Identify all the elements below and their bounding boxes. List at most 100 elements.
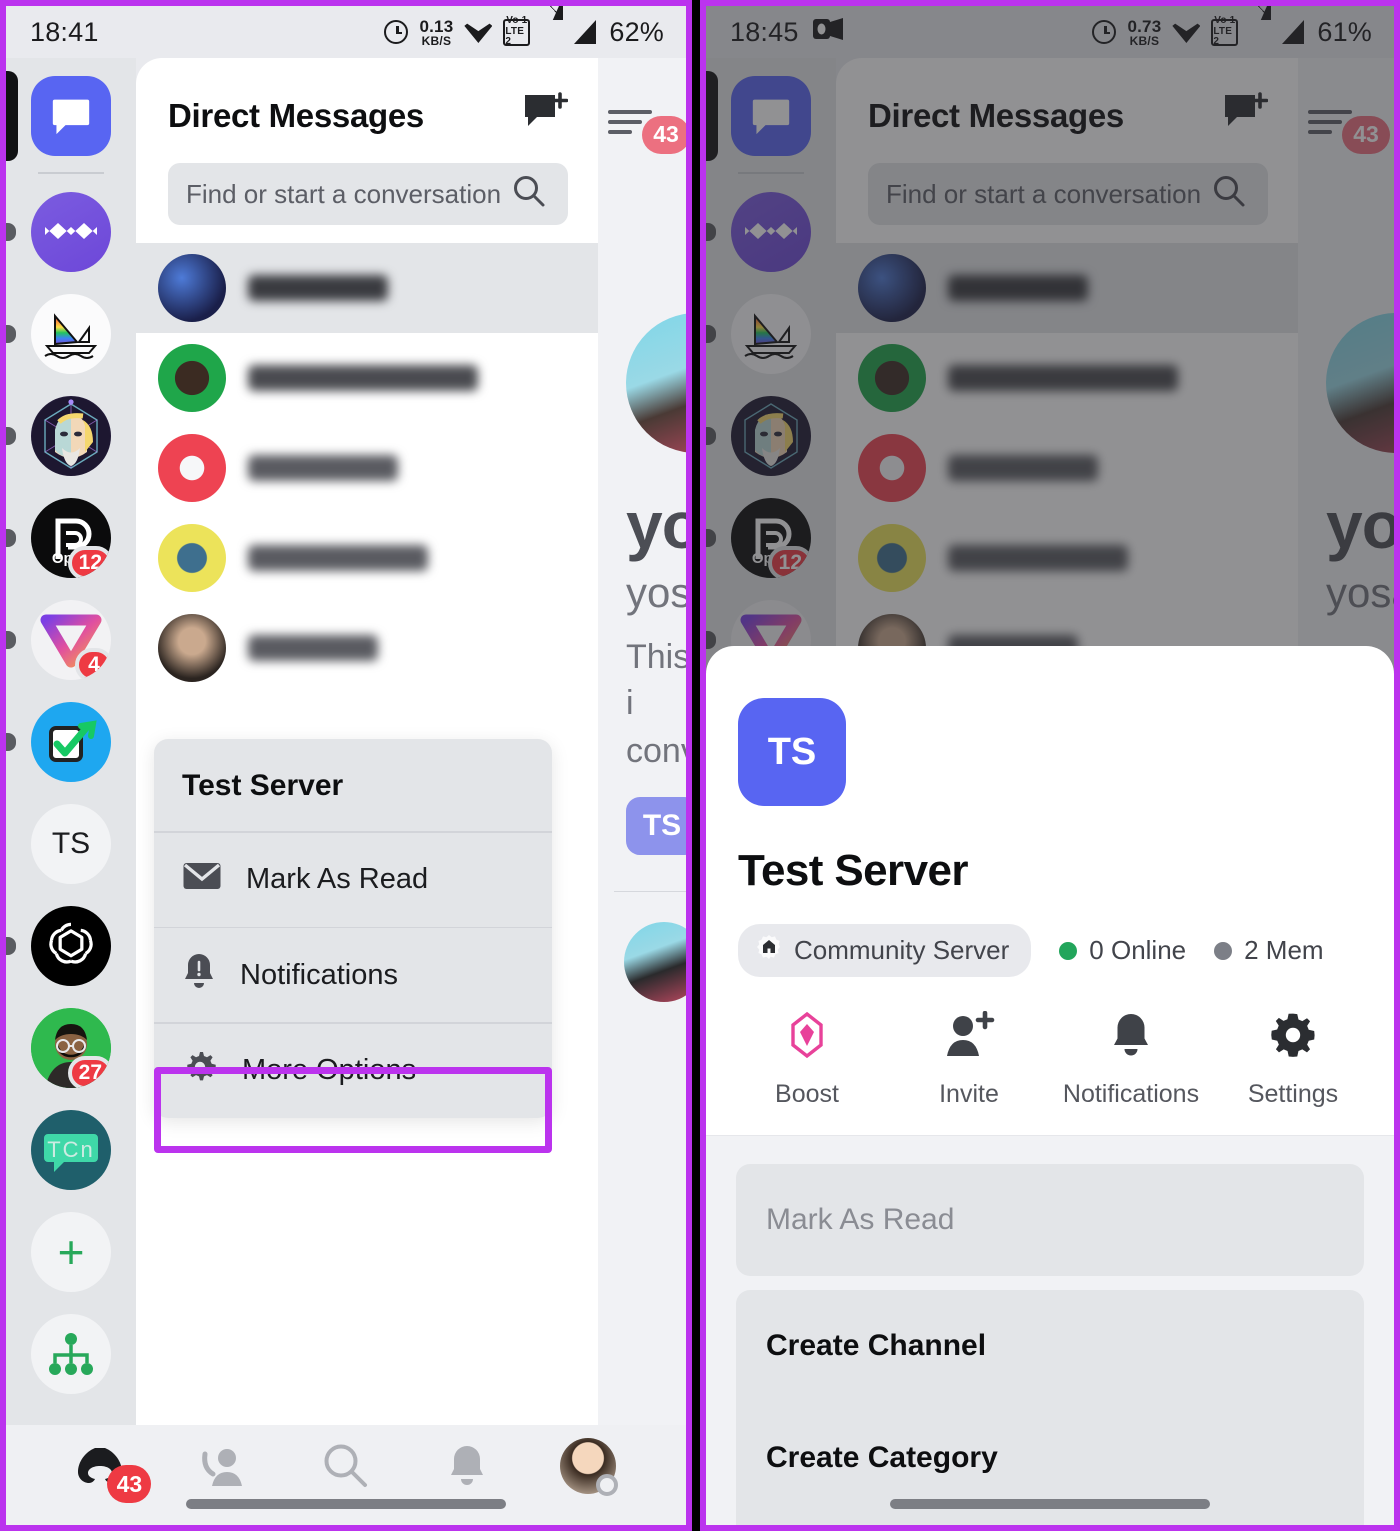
unread-badge: 27 [67,1056,111,1088]
status-badge: Community Server [738,924,1032,977]
list-item-label [948,275,1088,301]
unread-indicator [6,631,16,649]
list-item[interactable] [136,243,598,333]
server-meta: Community Server 0 Online 2 Mem [738,924,1394,977]
unread-indicator [706,223,716,241]
notifications-item[interactable]: Notifications [154,928,552,1022]
settings-button[interactable]: Settings [1218,1011,1368,1109]
sidebar-item-server-wave[interactable] [706,182,836,282]
sidebar-item-add-server[interactable]: + [6,1202,136,1302]
avatar [158,614,226,682]
status-badge [595,1474,618,1496]
list-item[interactable] [136,603,598,693]
boost-gem-icon [786,1011,828,1064]
sidebar-item-server-boat[interactable] [706,284,836,384]
signal-2-icon [574,20,597,44]
mark-as-read-item[interactable]: Mark As Read [154,833,552,927]
list-item-label [248,275,388,301]
sidebar-item-server-portrait[interactable] [706,386,836,486]
notifications-label: Notifications [240,958,398,991]
sidebar-item-server-avatar[interactable]: 27 [6,998,136,1098]
boost-button[interactable]: Boost [732,1011,882,1109]
search-input[interactable]: Find or start a conversation [168,163,568,225]
unread-badge: 43 [107,1465,152,1503]
servers-tab[interactable]: 43 [65,1435,152,1503]
online-label: 0 Online [1089,935,1187,965]
notifications-button[interactable]: Notifications [1056,1011,1206,1109]
search-placeholder: Find or start a conversation [186,178,502,209]
list-item[interactable] [136,333,598,423]
new-message-icon[interactable] [522,92,569,139]
signal-1-icon [1249,6,1272,44]
avatar [158,344,226,412]
sidebar-item-server-wave[interactable] [6,182,136,282]
list-item-label [248,365,478,391]
member-count: 2 Mem [1214,935,1324,966]
sidebar-item-server-opus[interactable]: Opus 12 [706,488,836,588]
context-menu-title: Test Server [182,769,344,802]
server-icon: TS [738,698,846,806]
signal-1-icon [541,6,564,44]
profile-tab[interactable] [549,1435,627,1497]
chat-subheading: yosa [626,569,686,616]
chat-heading: yos [626,488,686,562]
action-row: Boost Invite Notifications Settings [706,977,1394,1136]
friends-tab[interactable] [186,1435,264,1497]
list-item[interactable] [836,513,1298,603]
server-ts-icon: TS [31,804,111,884]
server-wave-icon [731,192,811,272]
avatar [858,524,926,592]
server-avatar-icon: 27 [31,1008,111,1088]
mark-as-read-item: Mark As Read [766,1203,955,1236]
selected-indicator [706,71,718,161]
server-tcn-icon: TCn [31,1110,111,1190]
message-avatar [624,921,686,1002]
chat-avatar [626,313,686,453]
sidebar-item-direct-messages[interactable] [6,66,136,166]
sidebar-item-server-openai[interactable] [6,896,136,996]
sidebar-item-server-opus[interactable]: Opus 12 [6,488,136,588]
status-time: 18:45 [730,16,799,47]
chat-body-line2: conve [626,731,686,770]
search-tab[interactable] [307,1435,385,1497]
sidebar-item-server-test-server[interactable]: TS [6,794,136,894]
list-item[interactable] [836,423,1298,513]
sidebar-item-server-boat[interactable] [6,284,136,384]
invite-button[interactable]: Invite [894,1010,1044,1109]
search-input[interactable]: Find or start a conversation [868,163,1268,225]
create-category-item[interactable]: Create Category [736,1402,1364,1514]
rail-divider [738,172,804,174]
mark-as-read-card[interactable]: Mark As Read [736,1164,1364,1276]
list-item[interactable] [136,513,598,603]
new-message-icon[interactable] [1222,92,1269,139]
status-bar-left: 18:41 0.13 KB/S Vo 1 LTE 2 62% [6,6,686,58]
notifications-tab[interactable] [428,1435,506,1497]
avatar [858,434,926,502]
bottom-nav-left: 43 [6,1425,686,1525]
sidebar-item-server-portrait[interactable] [6,386,136,486]
sidebar-item-server-tcn[interactable]: TCn [6,1100,136,1200]
create-channel-item[interactable]: Create Channel [736,1290,1364,1402]
online-count: 0 Online [1059,935,1186,966]
unread-indicator [706,325,716,343]
list-item[interactable] [136,423,598,513]
create-event-item[interactable]: Create Event [736,1514,1364,1525]
sidebar-item-server-triangle[interactable]: 4 [6,590,136,690]
unread-badge: 12 [67,546,111,578]
unread-indicator [6,529,16,547]
volte-icon: Vo 1 LTE 2 [503,16,531,47]
sheet-menu: Mark As Read Create Channel Create Categ… [706,1136,1394,1525]
server-boat-icon [31,294,111,374]
list-item[interactable] [836,243,1298,333]
sidebar-item-direct-messages[interactable] [706,66,836,166]
sidebar-item-server-check[interactable] [6,692,136,792]
more-options-highlight [154,1067,552,1153]
server-openai-icon [31,906,111,986]
unread-badge: 43 [642,115,686,154]
unread-indicator [6,733,16,751]
search-placeholder: Find or start a conversation [886,178,1202,209]
search-icon [1212,174,1246,215]
outlook-icon [812,16,843,49]
sidebar-item-discover-servers[interactable] [6,1304,136,1404]
list-item[interactable] [836,333,1298,423]
